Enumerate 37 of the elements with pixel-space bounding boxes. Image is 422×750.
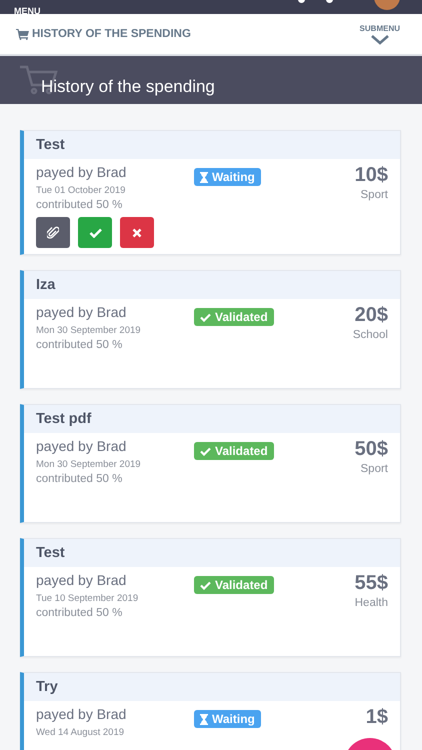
card-title: Try [24,673,400,701]
contribution-text: contributed 50 % [36,607,124,619]
status-badge: Validated [194,308,274,326]
card-title: Test [24,539,400,567]
status-badge: Waiting [194,710,261,728]
contribution-text: contributed 50 % [36,473,124,485]
status-badge: Validated [194,442,274,460]
date-text: Wed 14 August 2019 [36,727,126,738]
card-title: Iza [24,271,400,299]
card-title: Test [24,131,400,159]
payer-text: payed by Brad [36,706,128,722]
payer-text: payed by Brad [36,164,128,180]
payer-text: payed by Brad [36,304,128,320]
amount-text: 1$ [366,706,388,729]
contribution-text: contributed 50 % [36,199,124,211]
amount-text: 55$ [354,572,388,595]
category-text: Sport [360,463,388,475]
date-text: Mon 30 September 2019 [36,459,142,470]
status-badge: Waiting [194,168,261,186]
payer-text: payed by Brad [36,572,128,588]
card-title: Test pdf [24,405,400,433]
menu-label[interactable]: MENU [14,7,40,14]
category-text: School [352,329,388,341]
date-text: Tue 10 September 2019 [36,593,140,604]
amount-text: 10$ [354,164,388,187]
contribution-text: contributed 50 % [36,339,124,351]
page-title: HISTORY OF THE SPENDING [32,28,191,40]
date-text: Mon 30 September 2019 [36,325,142,336]
submenu-button[interactable]: SUBMENU [360,24,400,44]
category-text: Health [354,597,388,609]
category-text: Sport [360,189,388,201]
banner-title: History of the spending [41,77,215,97]
amount-text: 20$ [354,304,388,327]
payer-text: payed by Brad [36,438,128,454]
status-badge: Validated [194,576,274,594]
date-text: Tue 01 October 2019 [36,185,126,196]
amount-text: 50$ [354,438,388,461]
